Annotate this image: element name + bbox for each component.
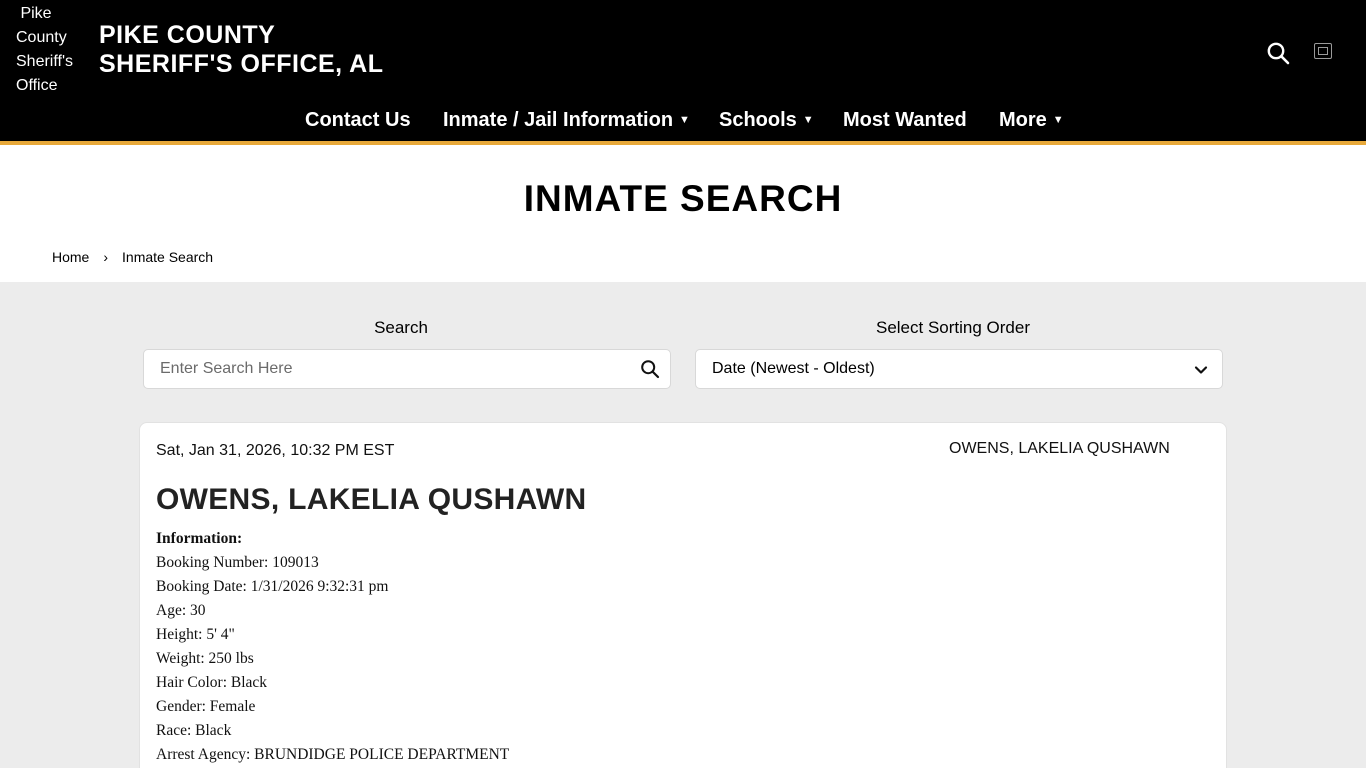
detail-age: Age: 30	[156, 602, 206, 619]
nav-schools[interactable]: Schools ▼	[719, 106, 814, 137]
nav-label: Contact Us	[305, 109, 411, 131]
sort-label: Select Sorting Order	[875, 318, 1030, 337]
site-title-line1: PIKE COUNTY	[99, 21, 276, 49]
logo-alt-text: Pike County Sheriff's Office	[16, 5, 74, 94]
breadcrumb-home[interactable]: Home	[52, 249, 89, 265]
page-title-band: INMATE SEARCH Home › Inmate Search	[0, 145, 1366, 282]
inmate-photo-alt: OWENS, LAKELIA QUSHAWN	[949, 440, 1170, 457]
nav-most-wanted[interactable]: Most Wanted	[843, 106, 967, 134]
site-title-line2: SHERIFF'S OFFICE, AL	[99, 50, 384, 78]
main-nav: Contact Us Inmate / Jail Information ▼ Sc…	[0, 106, 1366, 136]
site-header: Pike County Sheriff's Office PIKE COUNTY…	[0, 0, 1366, 142]
search-icon[interactable]	[1266, 41, 1290, 65]
detail-booking-date: Booking Date: 1/31/2026 9:32:31 pm	[156, 578, 389, 595]
search-label: Search	[374, 318, 428, 337]
inmate-card: Sat, Jan 31, 2026, 10:32 PM EST OWENS, L…	[139, 422, 1227, 768]
caret-down-icon: ▼	[679, 114, 690, 126]
broken-image-icon[interactable]	[1314, 43, 1332, 59]
search-field	[143, 349, 671, 389]
nav-inmate-jail-information[interactable]: Inmate / Jail Information ▼	[443, 106, 690, 137]
chevron-right-icon: ›	[103, 249, 109, 265]
caret-down-icon: ▼	[1052, 114, 1064, 126]
information-heading: Information:	[156, 530, 243, 547]
nav-label: Inmate / Jail Information	[443, 109, 674, 131]
chevron-down-icon	[1194, 366, 1208, 374]
detail-weight: Weight: 250 lbs	[156, 650, 254, 667]
sort-selected-value: Date (Newest - Oldest)	[712, 360, 875, 377]
nav-label: More	[999, 109, 1047, 131]
inmate-name: OWENS, LAKELIA QUSHAWN	[156, 483, 587, 516]
detail-hair-color: Hair Color: Black	[156, 674, 268, 691]
detail-race: Race: Black	[156, 722, 232, 739]
search-input[interactable]	[144, 350, 604, 388]
booking-timestamp: Sat, Jan 31, 2026, 10:32 PM EST	[156, 442, 395, 459]
detail-arrest-agency: Arrest Agency: BRUNDIDGE POLICE DEPARTME…	[156, 746, 510, 763]
breadcrumb-current: Inmate Search	[122, 249, 214, 265]
detail-gender: Gender: Female	[156, 698, 256, 715]
breadcrumb: Home › Inmate Search	[52, 249, 213, 265]
inmate-information: Information: Booking Number: 109013 Book…	[156, 527, 509, 767]
detail-booking-number: Booking Number: 109013	[156, 554, 319, 571]
nav-label: Schools	[719, 109, 797, 131]
page-title: INMATE SEARCH	[523, 178, 843, 219]
nav-more[interactable]: More ▼	[999, 106, 1064, 137]
logo-image[interactable]: Pike County Sheriff's Office	[16, 2, 96, 98]
inmate-photo[interactable]: OWENS, LAKELIA QUSHAWN	[947, 440, 1170, 458]
nav-label: Most Wanted	[843, 109, 967, 131]
nav-contact-us[interactable]: Contact Us	[305, 106, 411, 134]
detail-height: Height: 5' 4"	[156, 626, 235, 643]
sort-order-select[interactable]: Date (Newest - Oldest)	[695, 349, 1223, 389]
search-icon[interactable]	[640, 359, 660, 379]
site-title[interactable]: PIKE COUNTY SHERIFF'S OFFICE, AL	[99, 21, 383, 79]
caret-down-icon: ▼	[802, 114, 814, 126]
